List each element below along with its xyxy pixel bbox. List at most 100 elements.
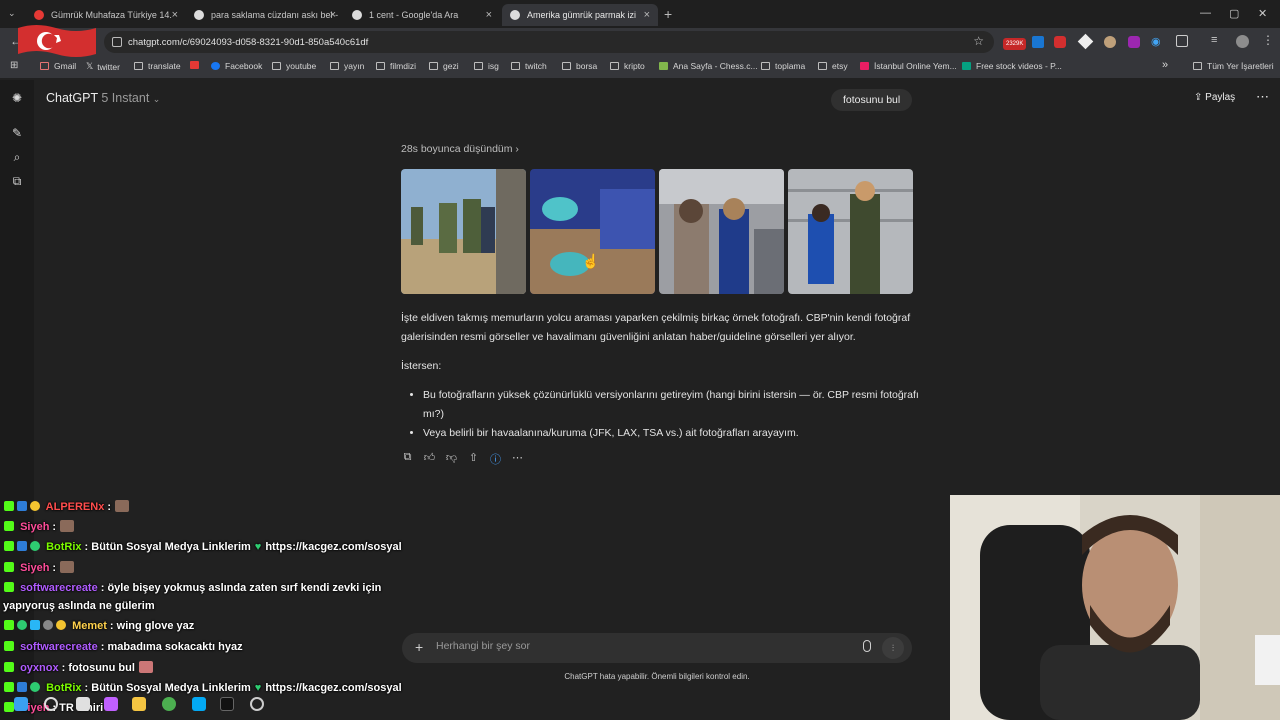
- share-icon: ⇪: [1194, 92, 1203, 103]
- result-photo-2[interactable]: [530, 169, 655, 294]
- tab-2[interactable]: para saklama cüzdanı askı bel - ×: [186, 4, 344, 26]
- adblock-extension-icon[interactable]: [1054, 36, 1066, 48]
- task-view-icon[interactable]: [76, 697, 90, 711]
- yemek-icon: [860, 62, 869, 70]
- media-control-icon[interactable]: ≡: [1211, 34, 1217, 46]
- bookmark-folder-yayin[interactable]: yayın: [330, 61, 364, 71]
- sources-icon[interactable]: ⓘ: [489, 451, 502, 467]
- thumbs-down-icon[interactable]: 👎︎: [445, 451, 458, 467]
- cookie-extension-icon[interactable]: [1104, 36, 1116, 48]
- audio-extension-icon[interactable]: ◉: [1151, 35, 1161, 48]
- extensions-puzzle-icon[interactable]: [1176, 35, 1188, 47]
- file-explorer-icon[interactable]: [132, 697, 146, 711]
- prompt-input[interactable]: [436, 640, 836, 652]
- tab-search-icon[interactable]: ⌄: [8, 8, 16, 19]
- thought-label: 28s boyunca düşündüm: [401, 143, 513, 155]
- extension-badge[interactable]: 2329K: [1003, 38, 1027, 50]
- store-icon[interactable]: [192, 697, 206, 711]
- bookmark-label: twitch: [525, 61, 547, 71]
- emote-icon: [60, 561, 75, 573]
- tab-close-icon[interactable]: ×: [172, 9, 178, 21]
- bookmark-youtube-unnamed[interactable]: [190, 61, 204, 69]
- search-chats-icon[interactable]: ⌕: [10, 150, 24, 164]
- bookmark-chess[interactable]: Ana Sayfa - Chess.c...: [659, 61, 758, 71]
- new-tab-button[interactable]: +: [664, 6, 672, 22]
- bookmark-folder-isg[interactable]: isg: [474, 61, 499, 71]
- site-info-icon[interactable]: [112, 37, 122, 47]
- obs-icon[interactable]: [250, 697, 264, 711]
- share-message-icon[interactable]: ⇧: [467, 451, 480, 467]
- folder-icon: [562, 62, 571, 70]
- bookmark-folder-etsy[interactable]: etsy: [818, 61, 848, 71]
- tab-4-active[interactable]: Amerika gümrük parmak izi ×: [502, 4, 658, 26]
- bookmark-folder-filmdizi[interactable]: filmdizi: [376, 61, 416, 71]
- thought-summary[interactable]: 28s boyunca düşündüm ›: [401, 143, 519, 155]
- tab-3[interactable]: 1 cent - Google'da Ara ×: [344, 4, 500, 26]
- diamond-extension-icon[interactable]: [1077, 33, 1094, 50]
- microphone-icon[interactable]: [863, 640, 871, 652]
- purple-extension-icon[interactable]: [1128, 36, 1140, 48]
- tradingview-icon[interactable]: [220, 697, 234, 711]
- tab-close-icon[interactable]: ×: [644, 9, 650, 21]
- all-bookmarks[interactable]: Tüm Yer İşaretleri: [1193, 61, 1274, 71]
- verified-badge-icon: [30, 541, 40, 551]
- tab-close-icon[interactable]: ×: [486, 9, 492, 21]
- bookmark-yemeksepeti[interactable]: İstanbul Online Yem...: [860, 61, 957, 71]
- chrome-icon[interactable]: [162, 697, 176, 711]
- bookmarks-overflow-button[interactable]: »: [1162, 59, 1168, 71]
- apps-grid-icon[interactable]: ⊞: [10, 60, 18, 71]
- bookmark-folder-twitch[interactable]: twitch: [511, 61, 547, 71]
- thumbs-up-icon[interactable]: 👍︎: [423, 451, 436, 467]
- share-button[interactable]: ⇪ Paylaş: [1194, 92, 1235, 103]
- more-actions-icon[interactable]: ⋯: [511, 451, 524, 467]
- kick-badge-icon: [4, 620, 14, 630]
- bookmark-translate[interactable]: translate: [134, 61, 181, 71]
- library-icon[interactable]: ⧉: [10, 174, 24, 188]
- copilot-icon[interactable]: [104, 697, 118, 711]
- chat-username: Memet: [72, 620, 107, 632]
- assistant-message: İşte eldiven takmış memurların yolcu ara…: [401, 309, 921, 443]
- star-bookmark-icon[interactable]: ☆: [973, 34, 984, 48]
- bookmark-pexels[interactable]: Free stock videos - P...: [962, 61, 1062, 71]
- new-chat-icon[interactable]: ✎: [10, 126, 24, 140]
- tab-strip: ⌄ Gümrük Muhafaza Türkiye 14. × para sak…: [0, 0, 1280, 28]
- model-selector[interactable]: ChatGPT 5 Instant ⌄: [46, 91, 160, 105]
- close-window-button[interactable]: ✕: [1258, 7, 1267, 20]
- mouse-cursor-icon: ☝: [582, 253, 600, 269]
- bookmark-folder-youtube[interactable]: youtube: [272, 61, 316, 71]
- minimize-button[interactable]: —: [1200, 7, 1211, 19]
- bookmark-facebook[interactable]: Facebook: [211, 61, 262, 71]
- translate-extension-icon[interactable]: [1032, 36, 1044, 48]
- tab-close-icon[interactable]: ×: [330, 9, 336, 21]
- openai-logo-icon[interactable]: ✺: [10, 91, 24, 105]
- result-photo-4[interactable]: [788, 169, 913, 294]
- profile-avatar[interactable]: [1236, 35, 1249, 48]
- voice-mode-button[interactable]: ⫶: [882, 637, 904, 659]
- maximize-button[interactable]: ▢: [1229, 7, 1239, 20]
- browser-menu-icon[interactable]: ⋮: [1262, 33, 1274, 47]
- result-photo-1[interactable]: [401, 169, 526, 294]
- bookmark-gmail[interactable]: Gmail: [40, 61, 76, 71]
- bookmark-folder-toplama[interactable]: toplama: [761, 61, 805, 71]
- chat-username: BotRix: [46, 682, 82, 694]
- taskbar-search-icon[interactable]: [44, 697, 58, 711]
- result-photo-3[interactable]: [659, 169, 784, 294]
- bookmark-folder-borsa[interactable]: borsa: [562, 61, 597, 71]
- kick-badge-icon: [4, 662, 14, 672]
- kick-badge-icon: [4, 562, 14, 572]
- chat-message: Siyeh:: [4, 561, 75, 574]
- windows-start-icon[interactable]: [14, 697, 28, 711]
- chatgpt-favicon-icon: [510, 10, 520, 20]
- conversation-menu-button[interactable]: ⋯: [1256, 89, 1269, 105]
- emote-icon: [138, 661, 153, 673]
- address-bar-row: ← chatgpt.com/c/69024093-d058-8321-90d1-…: [0, 28, 1280, 56]
- youtube-favicon-icon: [34, 10, 44, 20]
- omnibox[interactable]: chatgpt.com/c/69024093-d058-8321-90d1-85…: [104, 31, 994, 53]
- bookmark-twitter[interactable]: 𝕏twitter: [86, 61, 120, 72]
- bookmark-folder-gezi[interactable]: gezi: [429, 61, 459, 71]
- message-actions: ⧉ 👍︎ 👎︎ ⇧ ⓘ ⋯: [401, 451, 524, 467]
- bookmark-folder-kripto[interactable]: kripto: [610, 61, 645, 71]
- mod-badge-icon: [17, 501, 27, 511]
- copy-icon[interactable]: ⧉: [401, 451, 414, 467]
- chat-message: oyxnox: fotosunu bul: [4, 661, 153, 674]
